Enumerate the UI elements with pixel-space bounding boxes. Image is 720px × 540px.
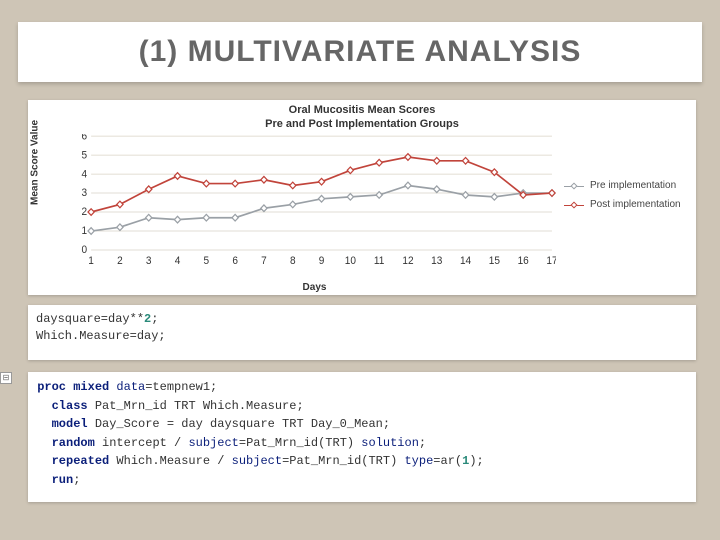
code1-line1-a: daysquare=day** [36,312,144,326]
svg-text:5: 5 [204,256,210,267]
title-band: (1) MULTIVARIATE ANALYSIS [18,22,702,82]
chart-title-line2: Pre and Post Implementation Groups [265,118,459,130]
code2-l4-c: ; [419,436,426,450]
chart-title: Oral Mucositis Mean Scores Pre and Post … [28,100,696,132]
kw-proc-mixed: proc mixed [37,380,116,394]
legend-label-post: Post implementation [590,199,681,210]
code2-l4-a: intercept / [95,436,189,450]
svg-text:16: 16 [518,256,529,267]
legend-item-post: Post implementation [564,199,690,210]
code2-l5-a: Which.Measure / [109,454,231,468]
chart-container: Oral Mucositis Mean Scores Pre and Post … [28,100,696,295]
page-title: (1) MULTIVARIATE ANALYSIS [139,35,582,69]
code2-l6-rest: ; [73,473,80,487]
chart-svg: 01234561234567891011121314151617 [73,134,556,267]
code-block-1: daysquare=day**2; Which.Measure=day; [28,305,696,360]
code1-line2: Which.Measure=day; [36,329,166,343]
svg-text:2: 2 [81,207,87,218]
svg-text:14: 14 [460,256,471,267]
code2-l1-rest: =tempnew1; [145,380,217,394]
legend-label-pre: Pre implementation [590,180,676,191]
opt-subject1: subject [188,436,238,450]
kw-repeated: repeated [52,454,110,468]
collapse-toggle-icon[interactable]: ⊟ [0,372,12,384]
code2-l5-c: =ar( [433,454,462,468]
svg-text:6: 6 [232,256,238,267]
svg-text:10: 10 [345,256,356,267]
svg-text:2: 2 [117,256,123,267]
svg-text:9: 9 [319,256,325,267]
code1-line1-c: ; [151,312,158,326]
legend-swatch-post [564,200,584,210]
opt-solution: solution [361,436,419,450]
svg-text:4: 4 [81,169,87,180]
legend-item-pre: Pre implementation [564,180,690,191]
svg-text:12: 12 [402,256,413,267]
svg-text:5: 5 [81,150,87,161]
legend: Pre implementation Post implementation [564,180,690,218]
kw-model: model [52,417,88,431]
svg-text:3: 3 [146,256,152,267]
code-block-2: proc mixed data=tempnew1; class Pat_Mrn_… [28,372,696,502]
y-axis-label: Mean Score Value [30,191,41,205]
opt-type: type [404,454,433,468]
code2-l4-b: =Pat_Mrn_id(TRT) [239,436,361,450]
svg-text:8: 8 [290,256,296,267]
svg-text:13: 13 [431,256,442,267]
svg-text:1: 1 [88,256,94,267]
code2-l2-rest: Pat_Mrn_id TRT Which.Measure; [88,399,304,413]
kw-run: run [52,473,74,487]
svg-text:15: 15 [489,256,500,267]
svg-text:17: 17 [546,256,556,267]
kw-class: class [52,399,88,413]
svg-text:7: 7 [261,256,267,267]
slide: (1) MULTIVARIATE ANALYSIS Oral Mucositis… [0,0,720,540]
svg-text:11: 11 [374,256,385,267]
chart-plot-area: 01234561234567891011121314151617 [73,134,556,267]
code2-l5-d: ); [469,454,483,468]
opt-subject2: subject [232,454,282,468]
legend-swatch-pre [564,181,584,191]
x-axis-label: Days [73,282,556,293]
svg-text:1: 1 [81,226,87,237]
svg-text:4: 4 [175,256,181,267]
svg-text:0: 0 [81,245,87,256]
svg-text:6: 6 [81,134,87,142]
svg-text:3: 3 [81,188,87,199]
kw-random: random [52,436,95,450]
code2-l3-rest: Day_Score = day daysquare TRT Day_0_Mean… [88,417,390,431]
opt-data: data [116,380,145,394]
code2-l5-b: =Pat_Mrn_id(TRT) [282,454,404,468]
chart-title-line1: Oral Mucositis Mean Scores [289,104,436,116]
